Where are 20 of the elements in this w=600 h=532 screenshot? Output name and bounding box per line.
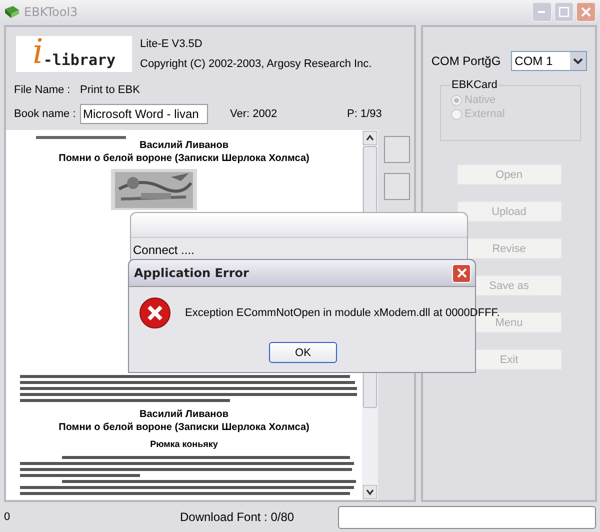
- download-status: Download Font : 0/80: [180, 510, 296, 524]
- page-counter: P: 1/93: [347, 108, 382, 120]
- group-label: EBKCard: [450, 79, 498, 91]
- chapter-heading: Рюмка коньяку: [150, 438, 218, 450]
- copyright-text: Copyright (C) 2002-2003, Argosy Research Inc.: [140, 58, 372, 70]
- version-year: Ver: 2002: [230, 108, 278, 120]
- book-name-label: Book name :: [14, 108, 77, 120]
- book-title: Помни о белой вороне (Записки Шерлока Холмса): [58, 422, 310, 434]
- com-port-label: COM PortğG: [431, 54, 501, 68]
- logo: i-library: [16, 36, 132, 72]
- version-text: Lite-E V3.5D: [140, 38, 204, 50]
- book-title: Помни о белой вороне (Записки Шерлока Холмса): [58, 152, 310, 165]
- connect-message: Connect ....: [132, 242, 196, 259]
- file-name-label: File Name :: [14, 84, 72, 96]
- dialog-title: Application Error: [134, 266, 249, 280]
- window-title: EBKTool3: [24, 4, 78, 18]
- status-count: 0: [4, 511, 12, 523]
- author-heading: Василий Ливанов: [140, 409, 228, 421]
- file-name-value: Print to EBK: [80, 84, 140, 96]
- author-heading: Василий Ливанов: [140, 140, 228, 152]
